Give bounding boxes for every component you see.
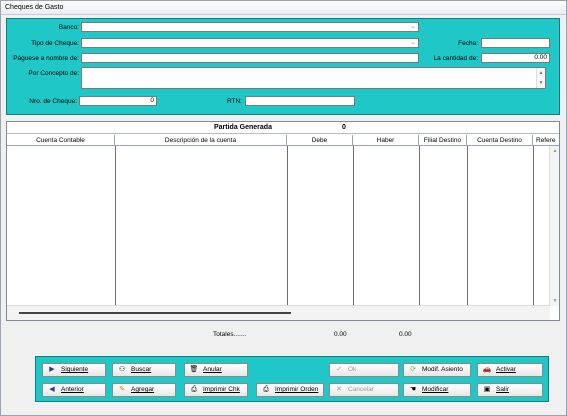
anterior-button[interactable]: ◀ Anterior [42,383,106,397]
banco-label: Banco: [58,24,79,31]
scroll-down-icon[interactable]: ▼ [537,79,545,87]
play-right-icon: ▶ [49,366,55,373]
x-icon: ✕ [336,386,342,393]
siguiente-button[interactable]: ▶ Siguiente [42,363,106,377]
ok-button[interactable]: ✓ Ok [329,363,399,377]
imprimir-orden-button[interactable]: ⎙ Imprimir Orden [256,383,324,397]
cheque-label: Nro. de Cheque: [29,98,77,105]
column-header-haber[interactable]: Haber [353,135,419,146]
column-header-cuenta-contable[interactable]: Cuenta Contable [7,135,115,146]
salir-button[interactable]: ▣ Salir [477,383,543,397]
totals-haber: 0.00 [399,331,412,338]
concepto-label: Por Concepto de: [28,70,79,77]
fecha-label: Fecha: [458,40,478,47]
column-header-referencia[interactable]: Refere [533,135,559,146]
fecha-field[interactable] [481,38,550,48]
printer-icon: ⎙ [191,386,197,393]
column-divider [115,146,116,306]
pagese-label: Páguese a nombre de: [13,55,79,62]
scroll-up-icon[interactable]: ▲ [537,69,545,77]
horizontal-scroll-thumb[interactable] [19,312,291,314]
window-title: Cheques de Gasto [1,1,566,15]
grid-horizontal-scrollbar[interactable] [7,305,550,320]
modificar-button[interactable]: ☚ Modificar [403,383,471,397]
totals-debe: 0.00 [334,331,347,338]
grid-title-bar: Partida Generada 0 [7,122,559,134]
banco-combo[interactable]: ⌄ [81,22,419,32]
cantidad-field[interactable]: 0.00 [481,53,550,63]
activar-button[interactable]: 🚗 Activar [477,363,543,377]
buscar-button[interactable]: ⚇ Buscar [112,363,176,377]
totals-label: Totales....... [213,331,247,338]
book-exit-icon: ▣ [483,386,491,393]
column-header-debe[interactable]: Debe [287,135,353,146]
play-left-icon: ◀ [49,386,55,393]
rtn-label: RTN: [226,98,242,105]
grid-count: 0 [342,124,346,131]
imprimir-chk-button[interactable]: ⎙ Imprimir Chk [184,383,248,397]
checkmark-icon: ✓ [336,366,342,373]
column-header-descripcion[interactable]: Descripción de la cuenta [115,135,287,146]
concepto-textarea[interactable]: ▲ ▼ [81,67,546,89]
pagese-field[interactable] [81,53,419,63]
agregar-button[interactable]: ✎ Agregar [112,383,176,397]
trash-icon: 🗑 [189,366,199,373]
column-header-cuenta-destino[interactable]: Cuenta Destino [467,135,533,146]
cycle-icon: ⟳ [410,366,416,373]
form-panel: Banco: ⌄ Tipo de Cheque: ⌄ Páguese a nom… [6,18,560,115]
binoculars-icon: ⚇ [118,366,126,373]
column-divider [533,146,534,306]
chevron-down-icon[interactable]: ⌄ [409,23,417,31]
tipo-label: Tipo de Cheque: [31,40,79,47]
concepto-scrollbar[interactable]: ▲ ▼ [536,68,545,88]
cheque-number-field[interactable]: 0 [79,96,157,106]
chevron-down-icon[interactable]: ⌄ [409,39,417,47]
column-header-filial-destino[interactable]: Filial Destino [419,135,467,146]
car-icon: 🚗 [482,366,492,373]
rtn-field[interactable] [245,96,355,106]
cheques-window: Cheques de Gasto Banco: ⌄ Tipo de Cheque… [0,0,567,416]
grid-title: Partida Generada [214,124,272,131]
column-divider [467,146,468,306]
anular-button[interactable]: 🗑 Anular [184,363,248,377]
tipo-combo[interactable]: ⌄ [81,38,419,48]
grid-vertical-scrollbar[interactable]: ▲ ▼ [549,146,559,306]
cantidad-label: La cantidad de: [433,55,478,62]
scroll-up-icon[interactable]: ▲ [551,147,559,155]
edit-hand-icon: ☚ [409,386,417,393]
cancelar-button[interactable]: ✕ Cancelar [329,383,399,397]
column-divider [287,146,288,306]
column-divider [419,146,420,306]
column-divider [353,146,354,306]
pencil-icon: ✎ [119,386,125,393]
scroll-down-icon[interactable]: ▼ [551,297,559,305]
modif-asiento-button[interactable]: ⟳ Modif. Asiento [403,363,471,377]
button-panel: ▶ Siguiente ⚇ Buscar 🗑 Anular ✓ Ok ⟳ Modif. A… [35,356,549,402]
printer-icon: ⎙ [263,386,269,393]
partida-grid[interactable]: Partida Generada 0 Cuenta Contable Descr… [6,121,560,321]
